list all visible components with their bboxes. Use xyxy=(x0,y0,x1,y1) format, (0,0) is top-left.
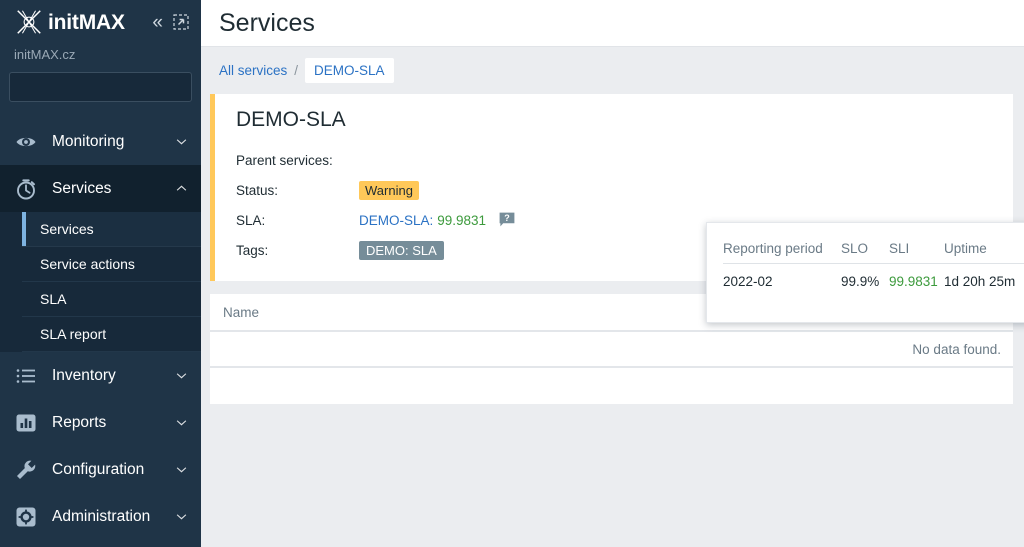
gear-icon xyxy=(14,505,38,529)
column-header-sli: SLI xyxy=(889,241,944,264)
initmax-logo-icon xyxy=(14,7,44,37)
sidebar-subitem-label: Service actions xyxy=(40,256,135,272)
bar-chart-icon xyxy=(14,411,38,435)
sidebar: initMAX « initMAX.cz xyxy=(0,0,201,547)
sidebar-subitem-sla[interactable]: SLA xyxy=(22,282,201,317)
sidebar-item-label: Services xyxy=(52,180,176,198)
sla-popup-tbody: 2022-02 99.9% 99.9831 1d 20h 25m 27s 2m … xyxy=(723,264,1024,290)
sidebar-submenu-services: Services Service actions SLA SLA report xyxy=(0,212,201,352)
list-icon xyxy=(14,364,38,388)
sla-label: SLA: xyxy=(236,213,359,228)
sidebar-subitem-service-actions[interactable]: Service actions xyxy=(22,247,201,282)
eye-icon xyxy=(14,130,38,154)
main-content: Services All services / DEMO-SLA DEMO-SL… xyxy=(201,0,1024,547)
parent-services-row: Parent services: xyxy=(236,145,1013,175)
chevron-down-icon xyxy=(176,419,187,426)
brand-row: initMAX « xyxy=(0,0,201,44)
sidebar-subitem-sla-report[interactable]: SLA report xyxy=(22,317,201,352)
question-hint-icon[interactable]: ? xyxy=(499,212,515,228)
cell-sli: 99.9831 xyxy=(889,264,944,290)
sidebar-item-label: Inventory xyxy=(52,367,176,385)
stopwatch-icon xyxy=(14,177,38,201)
search-input[interactable] xyxy=(10,74,201,100)
chevron-down-icon xyxy=(176,372,187,379)
svg-text:?: ? xyxy=(504,213,510,223)
cell-reporting-period: 2022-02 xyxy=(723,264,841,290)
sla-value: 99.9831 xyxy=(437,213,486,228)
sidebar-item-administration[interactable]: Administration xyxy=(0,493,201,540)
sidebar-group-configuration: Configuration xyxy=(0,446,201,493)
breadcrumb-all-services[interactable]: All services xyxy=(219,63,287,78)
sidebar-group-monitoring: Monitoring xyxy=(0,118,201,165)
chevron-down-icon xyxy=(176,466,187,473)
parent-services-label: Parent services: xyxy=(236,153,359,168)
no-data-text: No data found. xyxy=(912,342,1001,357)
sla-popup-table: Reporting period SLO SLI Uptime Downtime… xyxy=(723,241,1024,289)
sidebar-subitem-label: SLA report xyxy=(40,326,106,342)
chevron-up-icon xyxy=(176,185,187,192)
sla-popup: ✖ Reporting period SLO SLI Uptime Downti… xyxy=(706,222,1024,323)
sidebar-item-label: Configuration xyxy=(52,461,176,479)
app-root: initMAX « initMAX.cz xyxy=(0,0,1024,547)
sla-name-link[interactable]: DEMO-SLA: xyxy=(359,213,433,228)
table-row: 2022-02 99.9% 99.9831 1d 20h 25m 27s 2m … xyxy=(723,264,1024,290)
column-header-uptime: Uptime xyxy=(944,241,1024,264)
sidebar-subitem-services[interactable]: Services xyxy=(22,212,201,247)
topbar: Services xyxy=(201,0,1024,47)
breadcrumb-current[interactable]: DEMO-SLA xyxy=(305,58,394,83)
column-header-reporting-period: Reporting period xyxy=(723,241,841,264)
page-title: Services xyxy=(219,9,315,38)
cell-slo: 99.9% xyxy=(841,264,889,290)
sidebar-subitem-label: SLA xyxy=(40,291,66,307)
column-header-name[interactable]: Name xyxy=(223,305,259,320)
status-badge: Warning xyxy=(359,181,419,200)
sidebar-item-services[interactable]: Services xyxy=(0,165,201,212)
sidebar-item-label: Administration xyxy=(52,508,176,526)
tags-label: Tags: xyxy=(236,243,359,258)
tag-badge[interactable]: DEMO: SLA xyxy=(359,241,444,260)
status-row: Status: Warning xyxy=(236,175,1013,205)
table-empty-row: No data found. xyxy=(210,332,1013,368)
sla-popup-thead: Reporting period SLO SLI Uptime Downtime… xyxy=(723,241,1024,264)
sidebar-subitem-label: Services xyxy=(40,221,94,237)
sla-popup-header-row: Reporting period SLO SLI Uptime Downtime… xyxy=(723,241,1024,264)
sidebar-item-inventory[interactable]: Inventory xyxy=(0,352,201,399)
sidebar-item-monitoring[interactable]: Monitoring xyxy=(0,118,201,165)
service-name: DEMO-SLA xyxy=(236,108,1013,132)
brand-subtitle: initMAX.cz xyxy=(0,44,201,62)
chevron-double-left-icon[interactable]: « xyxy=(152,13,163,32)
sidebar-group-inventory: Inventory xyxy=(0,352,201,399)
sidebar-group-administration: Administration xyxy=(0,493,201,540)
cell-uptime: 1d 20h 25m xyxy=(944,264,1024,290)
search-wrap xyxy=(0,62,201,102)
sidebar-group-reports: Reports xyxy=(0,399,201,446)
chevron-down-icon xyxy=(176,513,187,520)
sidebar-item-reports[interactable]: Reports xyxy=(0,399,201,446)
table-footer xyxy=(210,368,1013,404)
sidebar-item-label: Monitoring xyxy=(52,133,176,151)
search-box[interactable] xyxy=(9,72,192,102)
wrench-icon xyxy=(14,458,38,482)
chevron-down-icon xyxy=(176,138,187,145)
brand-name: initMAX xyxy=(48,12,125,33)
status-label: Status: xyxy=(236,183,359,198)
sidebar-nav: Monitoring Services xyxy=(0,118,201,540)
sidebar-group-services: Services Services Service actions SLA xyxy=(0,165,201,352)
sidebar-item-label: Reports xyxy=(52,414,176,432)
breadcrumb: All services / DEMO-SLA xyxy=(201,47,1024,94)
sidebar-item-configuration[interactable]: Configuration xyxy=(0,446,201,493)
breadcrumb-separator: / xyxy=(294,63,298,78)
column-header-slo: SLO xyxy=(841,241,889,264)
fullscreen-icon[interactable] xyxy=(173,14,189,30)
